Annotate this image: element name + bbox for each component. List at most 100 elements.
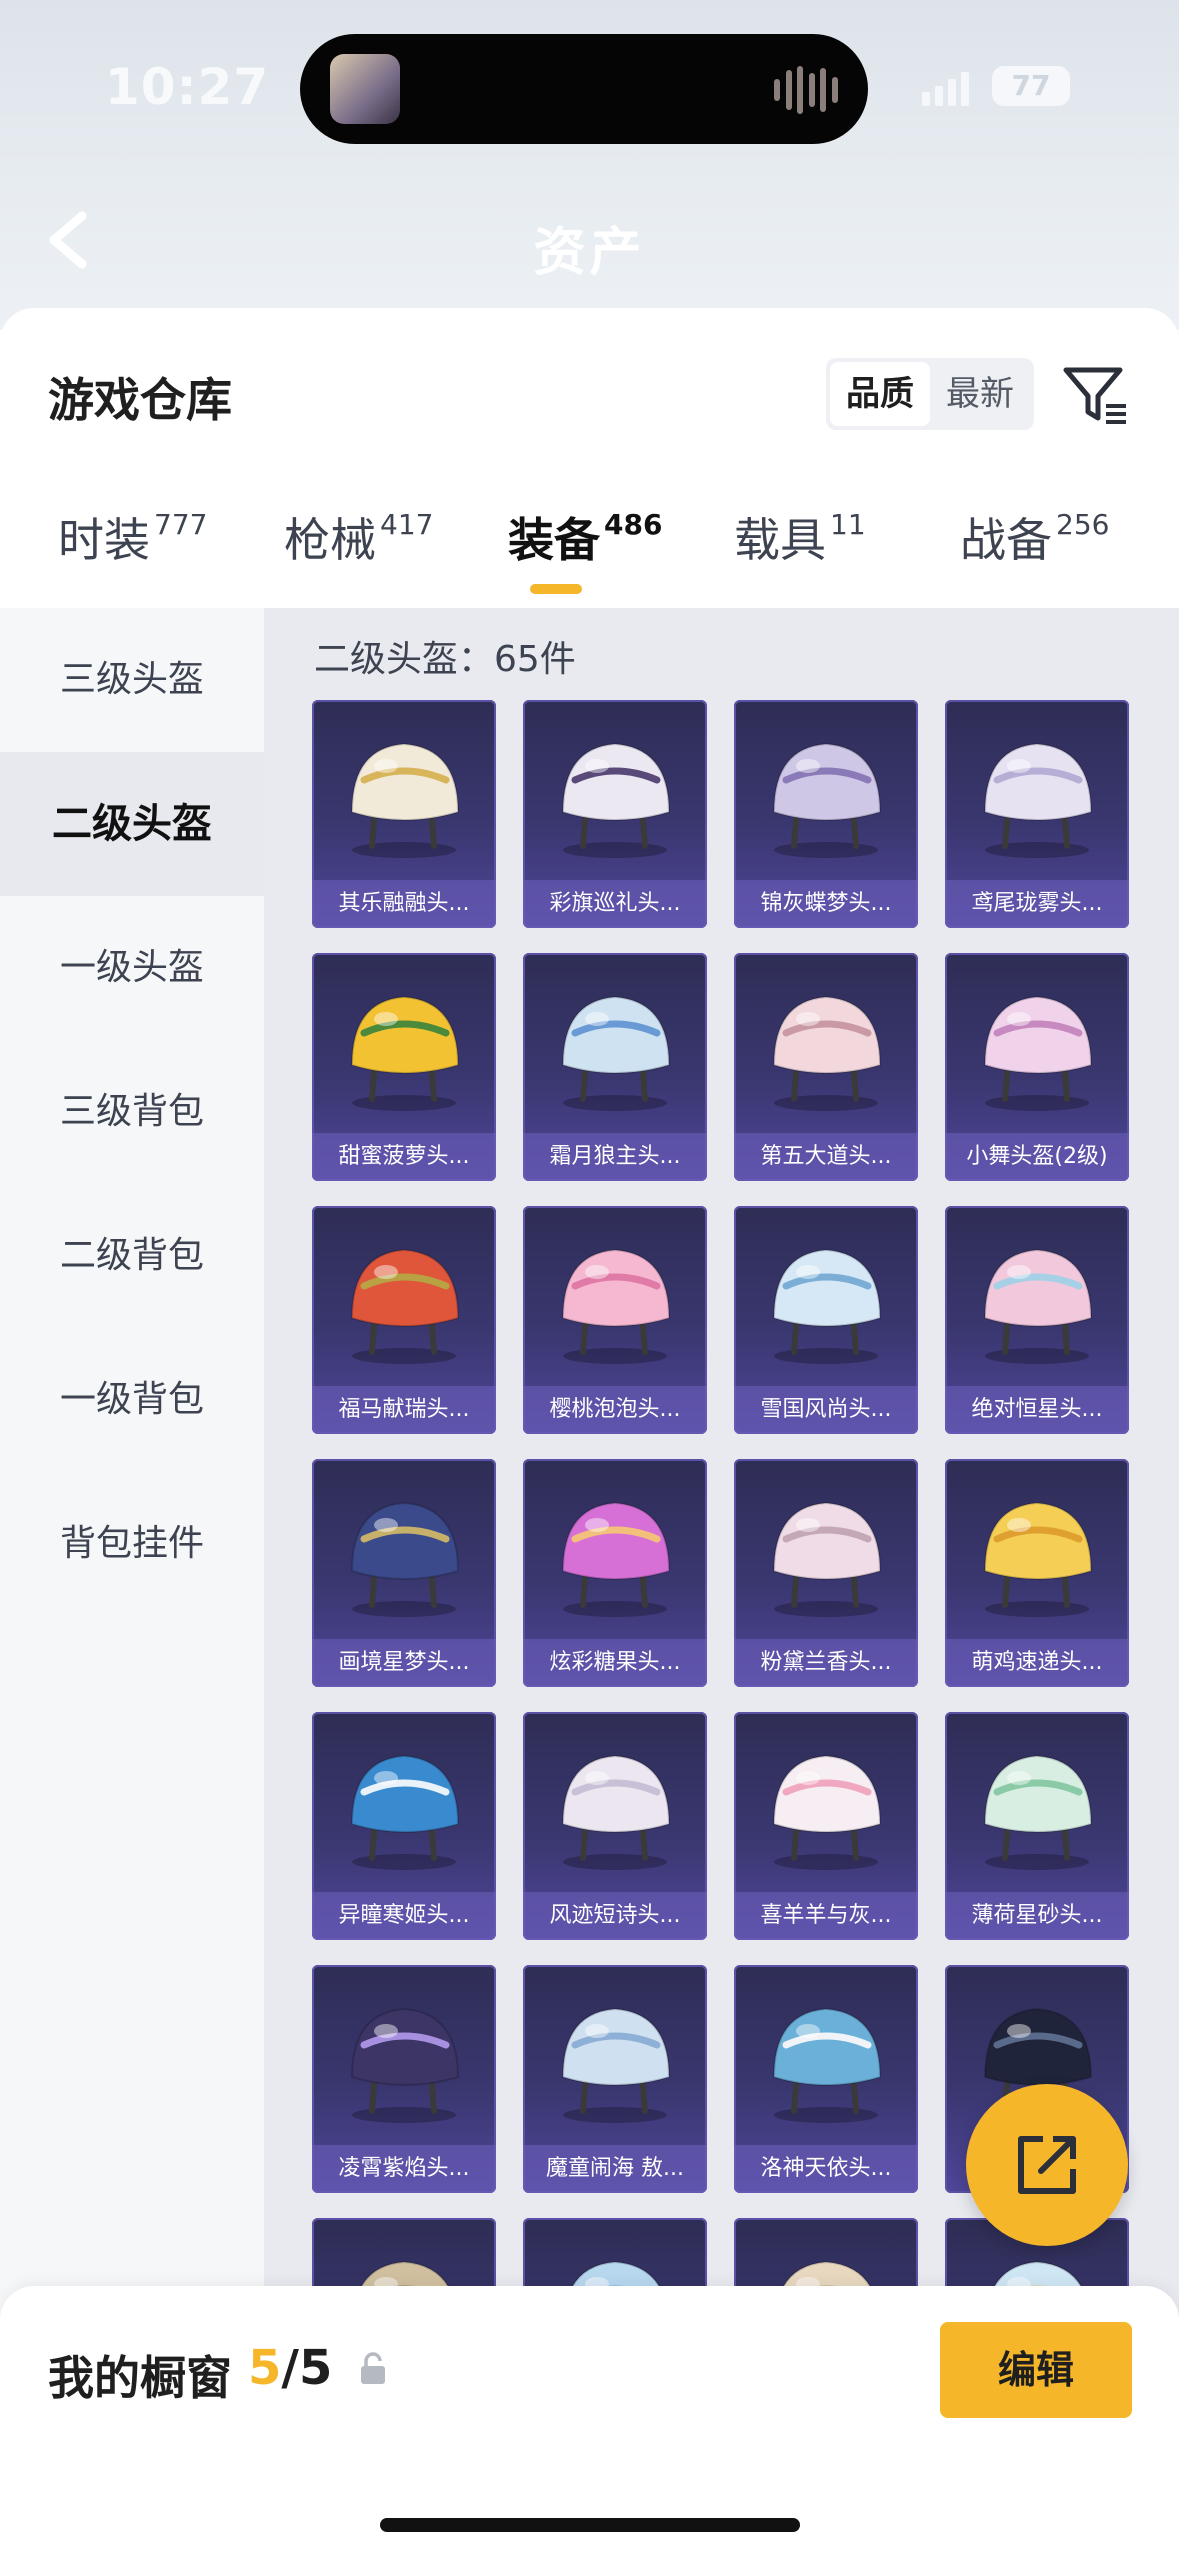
item-name: 鸢尾珑雾头... bbox=[945, 880, 1129, 928]
item-name: 洛神天依头... bbox=[734, 2145, 918, 2193]
item-card[interactable]: 魔童闹海 敖... bbox=[523, 1965, 707, 2193]
item-card[interactable]: 凌霄紫焰头... bbox=[312, 1965, 496, 2193]
helmet-icon bbox=[945, 1459, 1129, 1639]
share-external-icon bbox=[1018, 2136, 1076, 2194]
sidebar-item-backpack-charm[interactable]: 背包挂件 bbox=[0, 1472, 264, 1616]
sidebar-item-level2-helmet[interactable]: 二级头盔 bbox=[0, 752, 264, 896]
item-card[interactable]: 彩旗巡礼头... bbox=[523, 700, 707, 928]
item-name: 凌霄紫焰头... bbox=[312, 2145, 496, 2193]
helmet-icon bbox=[312, 1712, 496, 1892]
item-card[interactable]: 樱桃泡泡头... bbox=[523, 1206, 707, 1434]
sidebar-item-level1-backpack[interactable]: 一级背包 bbox=[0, 1328, 264, 1472]
item-card[interactable]: 画境星梦头... bbox=[312, 1459, 496, 1687]
helmet-icon bbox=[312, 700, 496, 880]
item-name: 小舞头盔(2级) bbox=[945, 1133, 1129, 1181]
item-name: 粉黛兰香头... bbox=[734, 1639, 918, 1687]
item-card[interactable]: 小舞头盔(2级) bbox=[945, 953, 1129, 1181]
helmet-icon bbox=[523, 1712, 707, 1892]
item-card[interactable]: 甜蜜菠萝头... bbox=[312, 953, 496, 1181]
helmet-icon bbox=[312, 953, 496, 1133]
helmet-icon bbox=[523, 1459, 707, 1639]
tab-firearms[interactable]: 枪械 417 bbox=[284, 504, 433, 604]
item-name: 其乐融融头... bbox=[312, 880, 496, 928]
helmet-icon bbox=[945, 1206, 1129, 1386]
active-tab-indicator bbox=[530, 584, 582, 594]
item-card[interactable]: 雪国风尚头... bbox=[734, 1206, 918, 1434]
showcase-current: 5 bbox=[248, 2340, 282, 2396]
sidebar: 三级头盔 二级头盔 一级头盔 三级背包 二级背包 一级背包 背包挂件 bbox=[0, 608, 264, 2556]
showcase-count: 5/5 bbox=[248, 2340, 332, 2396]
item-name: 樱桃泡泡头... bbox=[523, 1386, 707, 1434]
sidebar-item-level3-helmet[interactable]: 三级头盔 bbox=[0, 608, 264, 752]
item-card[interactable]: 喜羊羊与灰... bbox=[734, 1712, 918, 1940]
item-name: 雪国风尚头... bbox=[734, 1386, 918, 1434]
item-count-label: 二级头盔：65件 bbox=[314, 639, 576, 680]
item-panel: 二级头盔：65件 其乐融融头... 彩旗巡礼头... 锦灰蝶梦头... 鸢尾珑雾头..… bbox=[264, 608, 1179, 2556]
helmet-icon bbox=[734, 1712, 918, 1892]
helmet-icon bbox=[734, 953, 918, 1133]
battery-icon: 77 bbox=[992, 66, 1070, 106]
item-card[interactable]: 炫彩糖果头... bbox=[523, 1459, 707, 1687]
now-playing-thumbnail bbox=[330, 54, 400, 124]
item-card[interactable]: 异瞳寒姬头... bbox=[312, 1712, 496, 1940]
sort-option-quality[interactable]: 品质 bbox=[830, 362, 930, 426]
helmet-icon bbox=[734, 1206, 918, 1386]
item-card[interactable]: 薄荷星砂头... bbox=[945, 1712, 1129, 1940]
page-title: 游戏仓库 bbox=[48, 373, 232, 427]
category-tabs: 时装 777 枪械 417 装备 486 载具 11 战备 256 bbox=[0, 504, 1179, 604]
item-name: 第五大道头... bbox=[734, 1133, 918, 1181]
showcase-bar: 我的橱窗 5/5 编辑 bbox=[0, 2286, 1179, 2556]
sidebar-item-level2-backpack[interactable]: 二级背包 bbox=[0, 1184, 264, 1328]
helmet-icon bbox=[312, 1965, 496, 2145]
item-name: 彩旗巡礼头... bbox=[523, 880, 707, 928]
signal-icon bbox=[922, 72, 970, 106]
edit-button[interactable]: 编辑 bbox=[940, 2322, 1132, 2418]
item-card[interactable]: 绝对恒星头... bbox=[945, 1206, 1129, 1434]
item-card[interactable]: 粉黛兰香头... bbox=[734, 1459, 918, 1687]
lock-icon[interactable] bbox=[358, 2352, 388, 2390]
item-name: 薄荷星砂头... bbox=[945, 1892, 1129, 1940]
tab-supplies[interactable]: 战备 256 bbox=[960, 504, 1109, 604]
item-name: 福马献瑞头... bbox=[312, 1386, 496, 1434]
item-card[interactable]: 第五大道头... bbox=[734, 953, 918, 1181]
item-name: 绝对恒星头... bbox=[945, 1386, 1129, 1434]
item-name: 魔童闹海 敖... bbox=[523, 2145, 707, 2193]
item-name: 异瞳寒姬头... bbox=[312, 1892, 496, 1940]
item-card[interactable]: 洛神天依头... bbox=[734, 1965, 918, 2193]
item-name: 喜羊羊与灰... bbox=[734, 1892, 918, 1940]
item-name: 甜蜜菠萝头... bbox=[312, 1133, 496, 1181]
helmet-icon bbox=[734, 700, 918, 880]
helmet-icon bbox=[945, 700, 1129, 880]
item-card[interactable]: 萌鸡速递头... bbox=[945, 1459, 1129, 1687]
item-name: 霜月狼主头... bbox=[523, 1133, 707, 1181]
sidebar-item-level1-helmet[interactable]: 一级头盔 bbox=[0, 896, 264, 1040]
helmet-icon bbox=[945, 1712, 1129, 1892]
tab-vehicles[interactable]: 载具 11 bbox=[734, 504, 866, 604]
helmet-icon bbox=[523, 953, 707, 1133]
item-card[interactable]: 鸢尾珑雾头... bbox=[945, 700, 1129, 928]
helmet-icon bbox=[523, 1965, 707, 2145]
showcase-label: 我的橱窗 bbox=[48, 2351, 232, 2405]
sidebar-item-level3-backpack[interactable]: 三级背包 bbox=[0, 1040, 264, 1184]
helmet-icon bbox=[523, 700, 707, 880]
item-card[interactable]: 其乐融融头... bbox=[312, 700, 496, 928]
item-name: 风迹短诗头... bbox=[523, 1892, 707, 1940]
sort-toggle: 品质 最新 bbox=[826, 358, 1034, 430]
helmet-icon bbox=[734, 1459, 918, 1639]
item-card[interactable]: 福马献瑞头... bbox=[312, 1206, 496, 1434]
item-name: 炫彩糖果头... bbox=[523, 1639, 707, 1687]
tab-fashion[interactable]: 时装 777 bbox=[58, 504, 207, 604]
helmet-icon bbox=[312, 1206, 496, 1386]
filter-icon[interactable] bbox=[1060, 360, 1130, 430]
sort-option-latest[interactable]: 最新 bbox=[930, 362, 1030, 426]
item-name: 画境星梦头... bbox=[312, 1639, 496, 1687]
item-card[interactable]: 锦灰蝶梦头... bbox=[734, 700, 918, 928]
share-button[interactable] bbox=[966, 2084, 1128, 2246]
item-card[interactable]: 风迹短诗头... bbox=[523, 1712, 707, 1940]
item-card[interactable]: 霜月狼主头... bbox=[523, 953, 707, 1181]
helmet-icon bbox=[312, 1459, 496, 1639]
item-name: 锦灰蝶梦头... bbox=[734, 880, 918, 928]
item-name: 萌鸡速递头... bbox=[945, 1639, 1129, 1687]
status-time: 10:27 bbox=[105, 58, 270, 116]
audio-wave-icon bbox=[774, 66, 838, 114]
